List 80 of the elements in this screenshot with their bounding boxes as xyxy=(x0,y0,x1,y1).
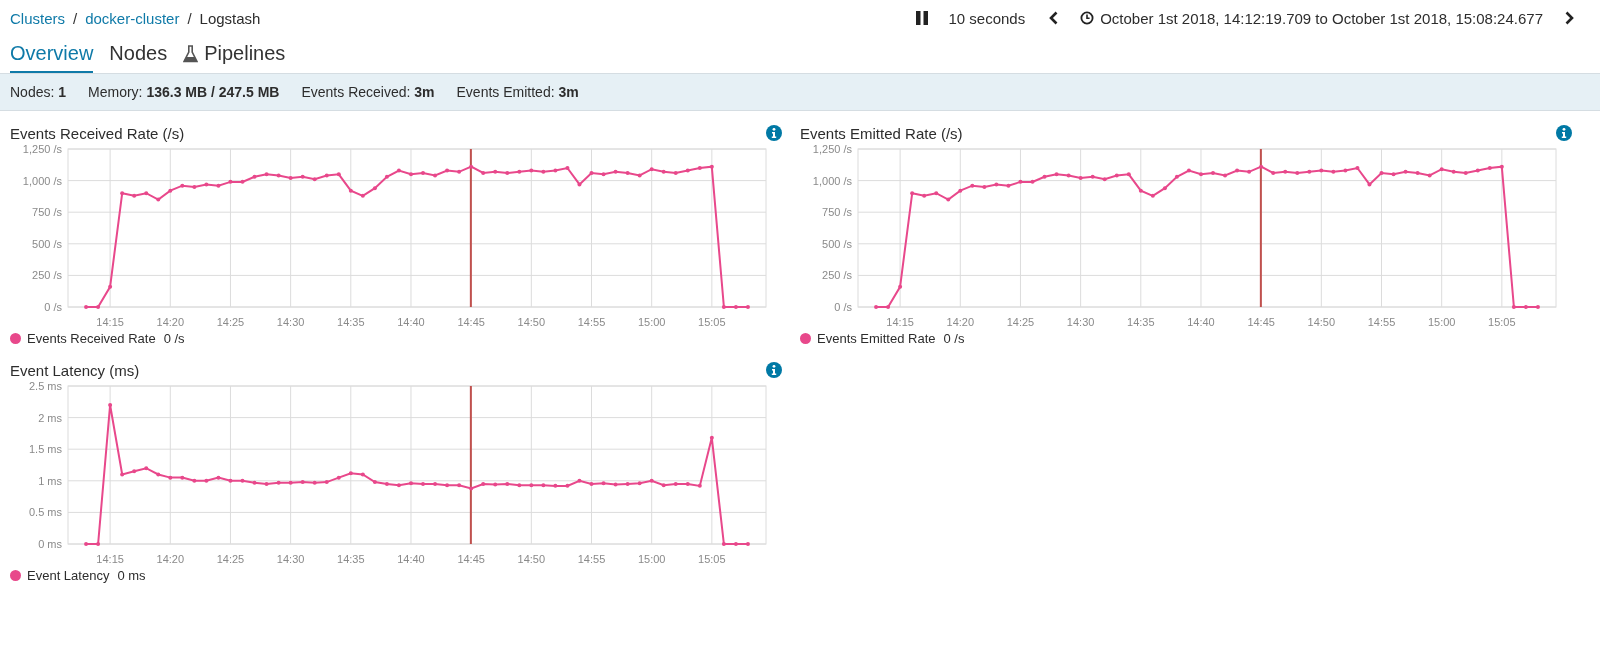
info-icon[interactable] xyxy=(1556,125,1572,141)
axis-label: 14:45 xyxy=(457,316,485,328)
axis-label: 250 /s xyxy=(32,269,62,282)
legend-value: 0 ms xyxy=(117,568,146,583)
clock-icon xyxy=(1080,11,1095,25)
axis-label: 14:35 xyxy=(337,553,365,565)
axis-label: 1 ms xyxy=(38,474,62,487)
info-icon[interactable] xyxy=(766,125,782,141)
axis-label: 14:55 xyxy=(577,553,606,565)
axis-label: 14:40 xyxy=(397,316,425,328)
axis-label: 500 /s xyxy=(32,237,62,250)
breadcrumb-separator: / xyxy=(187,9,192,27)
axis-label: 2.5 ms xyxy=(29,382,62,392)
axis-label: 14:35 xyxy=(1127,316,1155,328)
axis-label: 750 /s xyxy=(32,206,62,219)
axis-label: 14:50 xyxy=(1307,316,1336,328)
axis-label: 1,000 /s xyxy=(22,174,62,187)
axis-label: 0 ms xyxy=(38,538,62,550)
axis-label: 0 /s xyxy=(834,301,852,313)
axis-label: 250 /s xyxy=(822,269,852,282)
axis-label: 14:25 xyxy=(1006,316,1035,328)
axis-label: 14:50 xyxy=(517,553,546,565)
axis-label: 14:35 xyxy=(337,316,365,328)
pause-icon[interactable] xyxy=(916,11,929,25)
legend-label: Event Latency xyxy=(27,568,110,583)
legend-value: 0 /s xyxy=(943,331,965,346)
tab[interactable]: Pipelines xyxy=(183,38,286,73)
chevron-left-icon[interactable] xyxy=(1049,11,1059,25)
chart-title: Events Received Rate (/s) xyxy=(10,124,185,142)
chart-title: Events Emitted Rate (/s) xyxy=(800,124,963,142)
axis-label: 1,250 /s xyxy=(812,145,852,155)
axis-label: 14:20 xyxy=(156,553,185,565)
axis-label: 750 /s xyxy=(822,206,852,219)
tab[interactable]: Nodes xyxy=(109,38,168,73)
axis-label: 14:40 xyxy=(397,553,425,565)
breadcrumb-separator: / xyxy=(73,9,78,27)
time-range-picker[interactable]: October 1st 2018, 14:12:19.709 to October 1st 2018, 15:08:24.677 xyxy=(1080,9,1543,27)
chevron-right-icon[interactable] xyxy=(1565,11,1574,25)
axis-label: 14:55 xyxy=(577,316,606,328)
axis-label: 14:30 xyxy=(276,553,305,565)
axis-label: 14:50 xyxy=(517,316,546,328)
axis-label: 14:40 xyxy=(1187,316,1215,328)
axis-label: 1.5 ms xyxy=(29,443,62,456)
summary-stat: Memory: 136.3 MB / 247.5 MB xyxy=(88,84,280,100)
axis-label: 15:05 xyxy=(1488,316,1516,328)
legend-label: Events Emitted Rate xyxy=(817,331,936,346)
axis-label: 1,000 /s xyxy=(812,174,852,187)
axis-label: 14:45 xyxy=(1247,316,1275,328)
axis-label: 14:30 xyxy=(1066,316,1095,328)
axis-label: 14:20 xyxy=(946,316,975,328)
summary-stat: Events Emitted: 3m xyxy=(456,84,579,100)
axis-label: 2 ms xyxy=(38,411,62,424)
axis-label: 14:20 xyxy=(156,316,185,328)
axis-label: 14:15 xyxy=(96,553,124,565)
axis-label: 15:00 xyxy=(637,553,666,565)
axis-label: 14:45 xyxy=(457,553,485,565)
summary-stat: Nodes: 1 xyxy=(10,84,67,100)
summary-stat: Events Received: 3m xyxy=(301,84,435,100)
axis-label: 500 /s xyxy=(822,237,852,250)
breadcrumb-link[interactable]: Clusters xyxy=(10,9,65,27)
info-icon[interactable] xyxy=(766,362,782,378)
axis-label: 14:55 xyxy=(1367,316,1396,328)
axis-label: 15:00 xyxy=(637,316,666,328)
refresh-interval[interactable]: 10 seconds xyxy=(948,9,1026,27)
legend-value: 0 /s xyxy=(163,331,185,346)
breadcrumb-current: Logstash xyxy=(199,9,261,27)
chart-title: Event Latency (ms) xyxy=(10,361,140,379)
axis-label: 15:05 xyxy=(698,316,726,328)
axis-label: 14:25 xyxy=(216,316,245,328)
axis-label: 14:15 xyxy=(886,316,914,328)
axis-label: 14:15 xyxy=(96,316,124,328)
axis-label: 14:30 xyxy=(276,316,305,328)
axis-label: 0 /s xyxy=(44,301,62,313)
axis-label: 14:25 xyxy=(216,553,245,565)
legend-label: Events Received Rate xyxy=(27,331,156,346)
axis-label: 15:05 xyxy=(698,553,726,565)
breadcrumb-link[interactable]: docker-cluster xyxy=(85,9,180,27)
axis-label: 0.5 ms xyxy=(29,506,62,519)
axis-label: 15:00 xyxy=(1427,316,1456,328)
axis-label: 1,250 /s xyxy=(22,145,62,155)
